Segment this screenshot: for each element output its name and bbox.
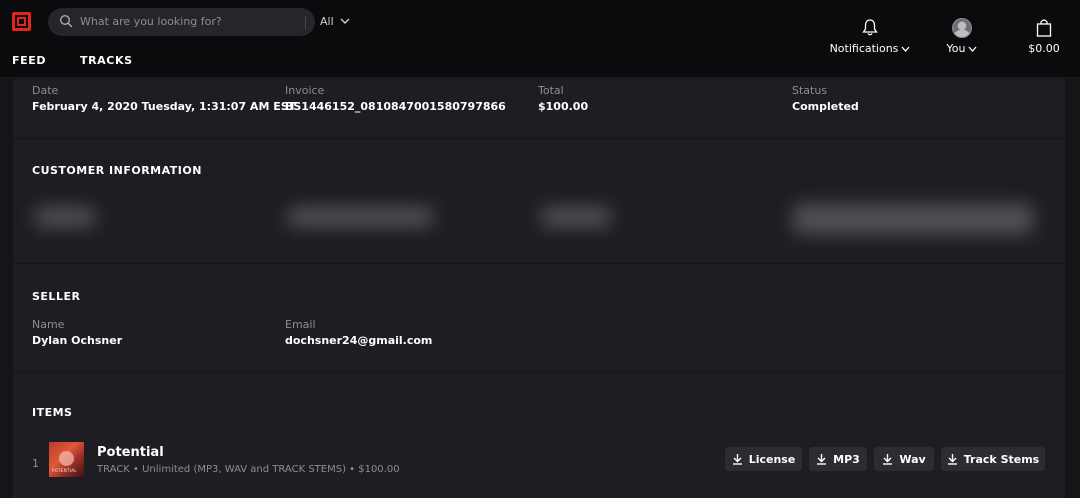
download-icon [732,454,742,465]
wav-button-label: Wav [899,452,926,466]
logo-icon[interactable] [12,12,31,31]
top-bar: What are you looking for? All FEED TRACK… [0,0,1080,78]
download-mp3-button[interactable]: MP3 [809,447,867,471]
status-value: Completed [792,100,859,113]
total-field: Total $100.00 [538,84,588,113]
cover-art-figure [59,451,74,466]
seller-name-label: Name [32,318,65,331]
status-label: Status [792,84,828,97]
order-date-field: Date February 4, 2020 Tuesday, 1:31:07 A… [32,84,296,113]
redacted-customer-name [35,207,95,227]
nav-tracks[interactable]: TRACKS [80,54,133,67]
user-menu[interactable]: You [940,42,984,55]
license-button-label: License [748,452,796,466]
download-icon [947,454,957,465]
bell-icon [862,19,878,36]
date-value: February 4, 2020 Tuesday, 1:31:07 AM EST [32,100,297,113]
download-wav-button[interactable]: Wav [874,447,934,471]
cover-caption: POTENTIAL [52,468,77,473]
status-field: Status Completed [792,84,859,113]
cart-button[interactable]: $0.00 [1024,18,1064,55]
track-stems-button-label: Track Stems [963,452,1040,466]
seller-email-label: Email [285,318,316,331]
seller-panel: SELLER Name Dylan Ochsner Email dochsner… [13,264,1065,372]
download-icon [883,454,893,465]
shopping-bag-icon [1036,19,1052,37]
track-cover-image[interactable]: POTENTIAL [49,442,84,477]
seller-email-value: dochsner24@gmail.com [285,334,433,347]
notifications-menu[interactable]: Notifications [829,18,911,55]
order-summary-panel: Date February 4, 2020 Tuesday, 1:31:07 A… [13,79,1065,138]
mp3-button-label: MP3 [833,452,860,466]
item-title[interactable]: Potential [97,445,164,460]
total-value: $100.00 [538,100,589,113]
seller-title: SELLER [32,290,81,303]
redacted-customer-phone [541,207,611,227]
chevron-down-icon [901,46,910,52]
avatar[interactable] [952,18,972,38]
invoice-value: BS1446152_0810847001580797866 [285,100,506,113]
chevron-down-icon[interactable] [340,17,350,25]
search-filter-select[interactable]: All [320,15,334,28]
download-track-stems-button[interactable]: Track Stems [941,447,1045,471]
search-icon [59,14,73,28]
user-menu-label: You [946,42,966,55]
chevron-down-icon [968,46,977,52]
item-index: 1 [32,457,39,470]
items-panel: ITEMS 1 POTENTIAL Potential TRACK • Unli… [13,373,1065,498]
total-label: Total [538,84,564,97]
invoice-field: Invoice BS1446152_0810847001580797866 [285,84,506,113]
redacted-customer-address [793,204,1033,234]
redacted-customer-email [288,207,433,227]
seller-name-field: Name Dylan Ochsner [32,318,122,347]
seller-email-field: Email dochsner24@gmail.com [285,318,432,347]
search-divider [305,16,306,29]
customer-info-title: CUSTOMER INFORMATION [32,164,202,177]
items-title: ITEMS [32,406,73,419]
download-license-button[interactable]: License [725,447,802,471]
nav-feed[interactable]: FEED [12,54,46,67]
date-label: Date [32,84,59,97]
download-icon [817,454,827,465]
customer-info-panel: CUSTOMER INFORMATION [13,139,1065,263]
notifications-label: Notifications [829,42,899,55]
seller-name-value: Dylan Ochsner [32,334,123,347]
item-meta: TRACK • Unlimited (MP3, WAV and TRACK ST… [97,464,400,475]
search-bar[interactable]: What are you looking for? All [48,8,350,36]
search-input[interactable]: What are you looking for? [80,15,222,28]
invoice-label: Invoice [285,84,325,97]
cart-total: $0.00 [1028,42,1060,55]
